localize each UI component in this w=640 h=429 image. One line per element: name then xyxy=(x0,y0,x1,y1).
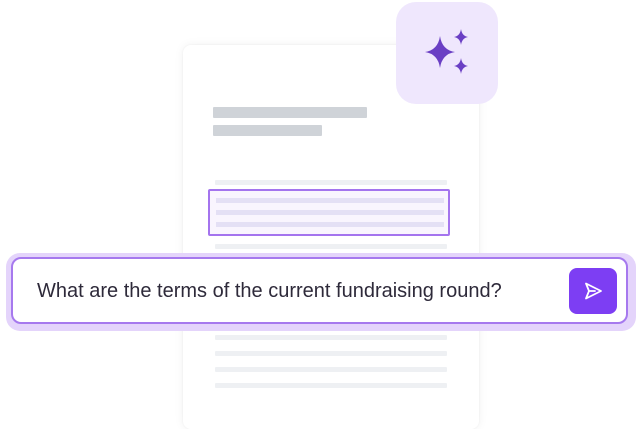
doc-text-line xyxy=(215,180,447,185)
highlighted-text-line xyxy=(216,210,444,215)
highlighted-passage xyxy=(208,189,450,236)
doc-text-line xyxy=(215,244,447,249)
highlighted-text-line xyxy=(216,222,444,227)
sparkles-icon xyxy=(425,29,468,74)
chat-query-text[interactable]: What are the terms of the current fundra… xyxy=(37,280,502,303)
ai-sparkle-badge xyxy=(396,2,498,104)
doc-text-line xyxy=(215,335,447,340)
doc-title-line xyxy=(213,107,367,118)
doc-text-line xyxy=(215,367,447,372)
doc-text-line xyxy=(215,351,447,356)
chat-input[interactable]: What are the terms of the current fundra… xyxy=(11,257,628,324)
send-button[interactable] xyxy=(569,268,617,314)
doc-text-line xyxy=(215,383,447,388)
send-arrow-icon xyxy=(585,282,602,300)
highlighted-text-line xyxy=(216,198,444,203)
doc-subtitle-line xyxy=(213,125,322,136)
